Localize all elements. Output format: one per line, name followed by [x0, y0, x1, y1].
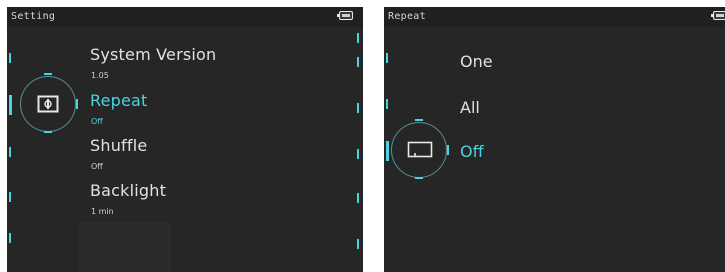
scroll-tick [9, 192, 11, 202]
scroll-tick [357, 239, 359, 249]
scroll-tick-active [9, 95, 12, 115]
scroll-tick [386, 99, 388, 109]
screen-title: Repeat [388, 11, 426, 22]
repeat-option-all[interactable]: All [460, 98, 480, 117]
menu-item-value: Off [91, 162, 103, 171]
scroll-tick [9, 53, 11, 63]
scroll-tick [357, 103, 359, 113]
scroll-tick [357, 193, 359, 203]
title-bar: Setting [7, 7, 363, 27]
scroll-tick [357, 33, 359, 43]
menu-item-label: System Version [90, 45, 217, 64]
repeat-off-icon [407, 141, 433, 158]
scroll-tick [357, 149, 359, 159]
ring-marker [44, 131, 52, 133]
menu-item-label: Shuffle [90, 136, 148, 155]
scroll-tick [9, 147, 11, 157]
scroll-tick-active [386, 141, 389, 161]
scroll-tick [357, 57, 359, 67]
menu-item-label: Backlight [90, 181, 167, 200]
settings-screen: Setting System Version 1.05 Repeat Off S… [7, 7, 363, 272]
title-bar: Repeat [384, 7, 725, 27]
menu-item-value: Off [91, 117, 103, 126]
battery-icon [337, 11, 353, 20]
repeat-settings-icon [37, 95, 59, 113]
menu-item-value: 1.05 [91, 71, 109, 80]
ring-marker [44, 73, 52, 75]
empty-menu-slot [79, 222, 171, 272]
screen-title: Setting [11, 11, 56, 22]
repeat-option-one[interactable]: One [460, 52, 493, 71]
scroll-tick [9, 233, 11, 243]
menu-item-value: 1 min [91, 207, 114, 216]
ring-marker [76, 99, 78, 109]
menu-item-label: Repeat [90, 91, 148, 110]
scroll-tick [386, 53, 388, 63]
ring-marker [415, 177, 423, 179]
repeat-screen: Repeat One All Off [384, 7, 725, 272]
ring-marker [415, 119, 423, 121]
battery-icon [711, 11, 725, 20]
repeat-option-off[interactable]: Off [460, 142, 484, 161]
ring-marker [447, 145, 449, 155]
